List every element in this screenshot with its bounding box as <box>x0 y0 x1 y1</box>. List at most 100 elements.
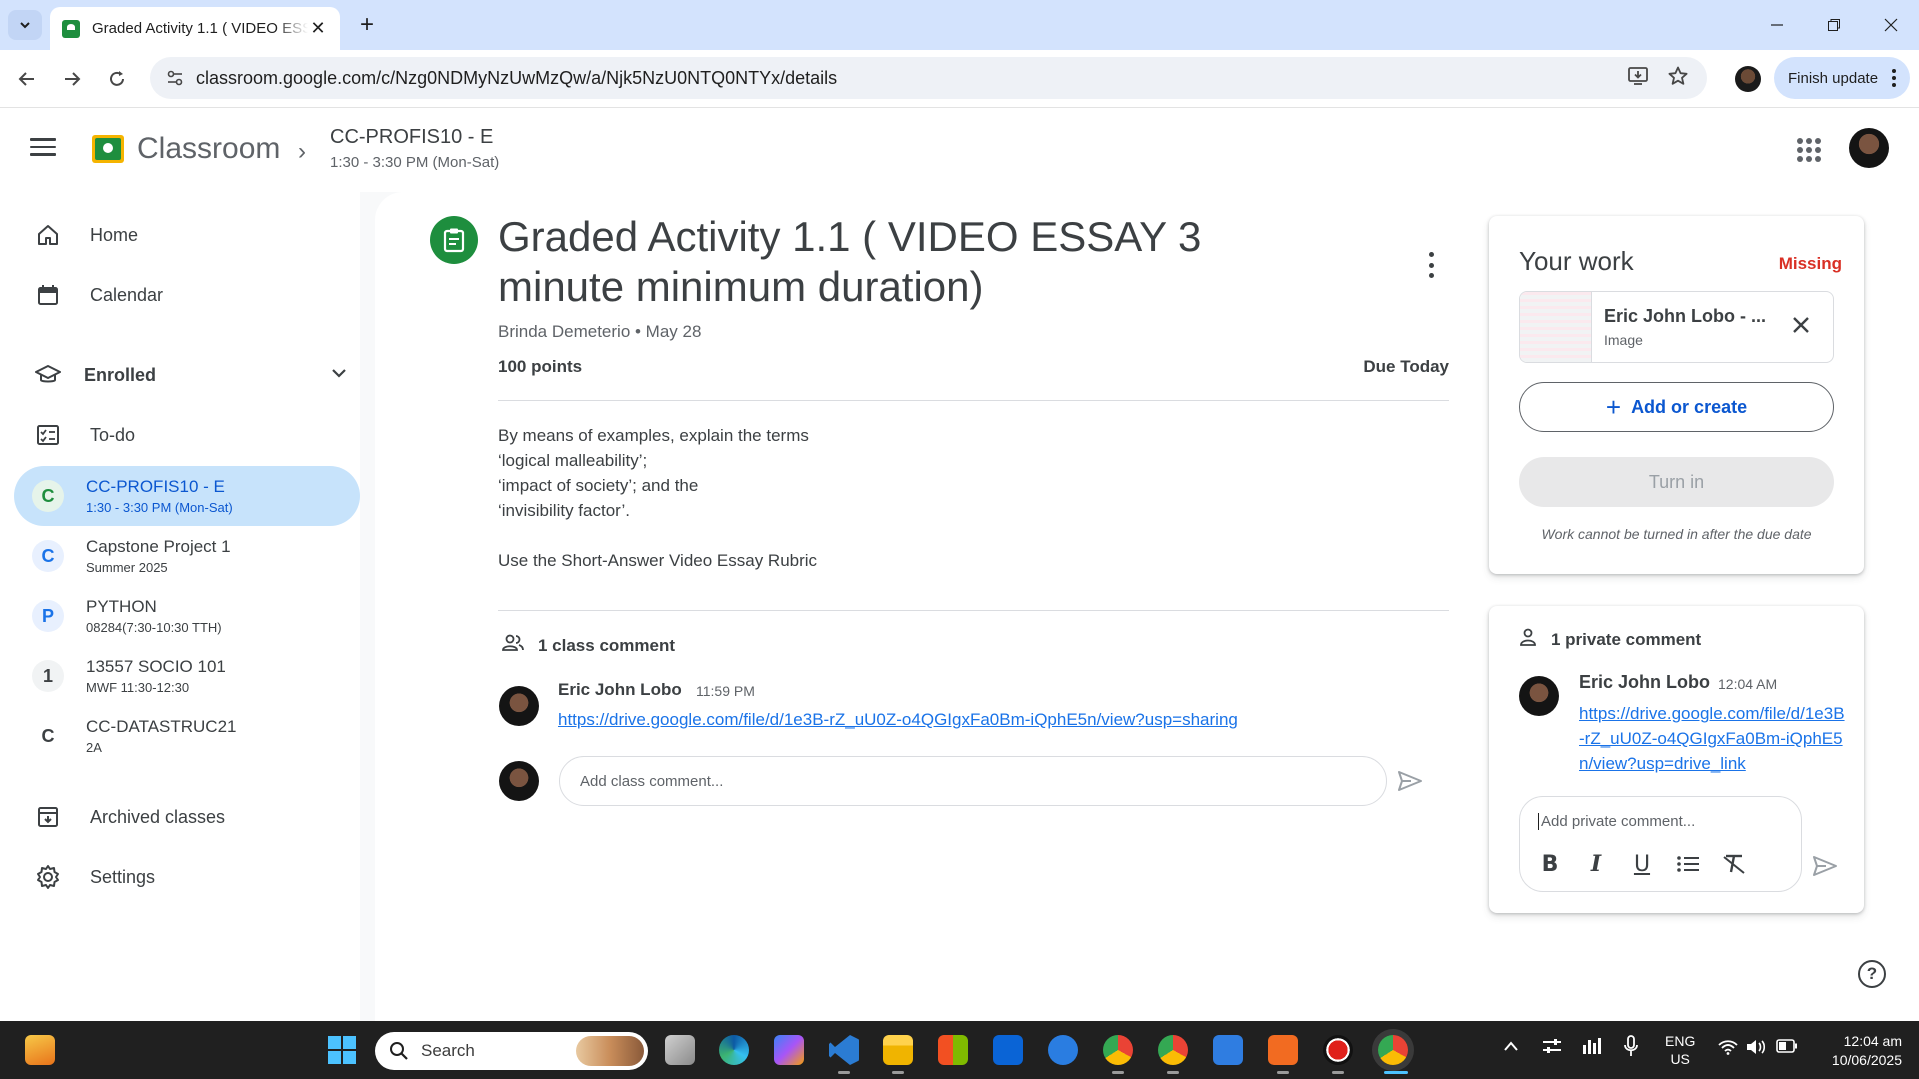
vscode-icon[interactable] <box>829 1035 859 1065</box>
class-avatar: 1 <box>32 660 64 692</box>
sidebar-item-settings[interactable]: Settings <box>14 848 360 906</box>
account-avatar[interactable] <box>1849 128 1889 168</box>
file-explorer-icon[interactable] <box>883 1035 913 1065</box>
outlook-icon[interactable] <box>993 1035 1023 1065</box>
close-window-icon[interactable] <box>1876 10 1906 40</box>
bold-icon[interactable]: B <box>1538 851 1562 877</box>
turn-in-note: Work cannot be turned in after the due d… <box>1541 526 1812 542</box>
task-view-icon[interactable] <box>665 1035 695 1065</box>
windows-start-icon[interactable] <box>327 1035 357 1065</box>
todo-checklist-icon <box>32 419 64 451</box>
microsoft-store-icon[interactable] <box>938 1035 968 1065</box>
sidebar-item-home[interactable]: Home <box>14 206 360 264</box>
xampp-icon[interactable] <box>1268 1035 1298 1065</box>
restore-icon[interactable] <box>1819 10 1849 40</box>
sidebar-class-socio[interactable]: 1 13557 SOCIO 101 MWF 11:30-12:30 <box>14 646 360 706</box>
archive-icon <box>32 801 64 833</box>
chrome-profile-2-icon[interactable] <box>1158 1035 1188 1065</box>
comment-link[interactable]: https://drive.google.com/file/d/1e3B-rZ_… <box>1579 701 1849 776</box>
performance-meter-icon[interactable] <box>1582 1037 1602 1058</box>
forward-icon[interactable] <box>55 62 89 96</box>
show-hidden-icons-icon[interactable] <box>1503 1039 1519 1055</box>
taskbar-search[interactable]: Search <box>375 1032 648 1070</box>
assignment-instructions: By means of examples, explain the terms … <box>498 423 817 573</box>
widgets-icon[interactable] <box>25 1035 55 1065</box>
add-or-create-label: Add or create <box>1631 396 1748 417</box>
notepad-icon[interactable] <box>1213 1035 1243 1065</box>
underline-icon[interactable]: U <box>1630 851 1654 877</box>
main-menu-icon[interactable] <box>30 138 56 158</box>
windows-taskbar: Search ENG US 12:04 am 10/06/2025 <box>0 1021 1919 1079</box>
sidebar-item-calendar[interactable]: Calendar <box>14 266 360 324</box>
back-icon[interactable] <box>10 62 44 96</box>
private-comment-input[interactable]: Add private comment... B I U <box>1519 796 1802 892</box>
microphone-icon[interactable] <box>1624 1035 1638 1060</box>
sidebar-class-python[interactable]: P PYTHON 08284(7:30-10:30 TTH) <box>14 586 360 646</box>
sidebar-item-label: Archived classes <box>90 806 226 827</box>
instruction-line: By means of examples, explain the terms <box>498 426 809 445</box>
turn-in-button[interactable]: Turn in <box>1519 457 1834 507</box>
class-comment-input[interactable]: Add class comment... <box>559 756 1387 806</box>
edge-browser-icon[interactable] <box>719 1035 749 1065</box>
breadcrumb-class-name[interactable]: CC-PROFIS10 - E <box>330 126 493 149</box>
sidebar-class-cc-profis10[interactable]: C CC-PROFIS10 - E 1:30 - 3:30 PM (Mon-Sat… <box>14 466 360 526</box>
comment-link[interactable]: https://drive.google.com/file/d/1e3B-rZ_… <box>558 710 1238 730</box>
tab-close-icon[interactable]: ✕ <box>308 18 328 39</box>
wifi-icon[interactable] <box>1718 1039 1738 1058</box>
private-comments-card: 1 private comment Eric John Lobo 12:04 A… <box>1489 606 1864 913</box>
input-language-indicator[interactable]: ENG US <box>1665 1032 1695 1068</box>
tab-search-button[interactable] <box>8 10 42 40</box>
commenter-avatar <box>1519 676 1559 716</box>
address-bar[interactable]: classroom.google.com/c/Nzg0NDMyNzUwMzQw/… <box>150 57 1707 99</box>
private-comment-placeholder: Add private comment... <box>1538 813 1695 830</box>
browser-profile-avatar[interactable] <box>1735 66 1761 92</box>
messenger-icon[interactable] <box>1048 1035 1078 1065</box>
send-icon[interactable] <box>1397 770 1423 797</box>
new-tab-button[interactable]: + <box>352 10 382 40</box>
site-info-icon[interactable] <box>164 67 186 89</box>
sidebar-class-datastruc[interactable]: C CC-DATASTRUC21 2A <box>14 706 360 766</box>
chrome-active-icon[interactable] <box>1378 1035 1408 1065</box>
copilot-icon[interactable] <box>774 1035 804 1065</box>
school-icon <box>32 359 64 391</box>
status-badge: Missing <box>1778 254 1842 273</box>
attachment-chip[interactable]: Eric John Lobo - ... Image <box>1519 291 1834 363</box>
browser-tab-active[interactable]: Graded Activity 1.1 ( VIDEO ESS ✕ <box>50 7 340 50</box>
clear-formatting-icon[interactable] <box>1722 851 1746 877</box>
classroom-logo-icon[interactable] <box>92 135 124 163</box>
add-or-create-button[interactable]: + Add or create <box>1519 382 1834 432</box>
chrome-profile-1-icon[interactable] <box>1103 1035 1133 1065</box>
sidebar-item-archived[interactable]: Archived classes <box>14 788 360 846</box>
install-app-icon[interactable] <box>1627 65 1649 92</box>
chevron-down-icon <box>20 22 30 29</box>
bulleted-list-icon[interactable] <box>1676 851 1700 877</box>
clock[interactable]: 12:04 am 10/06/2025 <box>1812 1032 1902 1070</box>
remove-attachment-icon[interactable] <box>1791 312 1811 340</box>
tray-settings-icon[interactable] <box>1542 1037 1562 1058</box>
plus-icon: + <box>1605 391 1622 422</box>
more-options-icon[interactable] <box>1426 252 1436 278</box>
sidebar-item-enrolled[interactable]: Enrolled <box>14 346 360 404</box>
minimize-icon[interactable] <box>1762 10 1792 40</box>
finish-update-button[interactable]: Finish update <box>1774 57 1910 99</box>
italic-icon[interactable]: I <box>1584 851 1608 877</box>
taskbar-search-label: Search <box>421 1041 475 1060</box>
screen-recorder-icon[interactable] <box>1323 1035 1353 1065</box>
sidebar-class-capstone[interactable]: C Capstone Project 1 Summer 2025 <box>14 526 360 586</box>
battery-icon[interactable] <box>1776 1039 1798 1056</box>
app-name[interactable]: Classroom <box>137 132 280 166</box>
sidebar-item-label: To-do <box>90 424 136 445</box>
breadcrumb-class-schedule: 1:30 - 3:30 PM (Mon-Sat) <box>330 154 500 171</box>
send-icon[interactable] <box>1812 855 1838 882</box>
volume-icon[interactable] <box>1746 1039 1766 1058</box>
divider <box>498 400 1449 401</box>
google-apps-icon[interactable] <box>1797 138 1821 162</box>
people-icon <box>502 634 524 657</box>
sidebar-item-label: Calendar <box>90 284 164 305</box>
help-icon[interactable]: ? <box>1858 960 1886 988</box>
reload-icon[interactable] <box>100 62 134 96</box>
expand-chevron-icon[interactable] <box>330 364 348 387</box>
sidebar-item-todo[interactable]: To-do <box>14 406 360 464</box>
bookmark-star-icon[interactable] <box>1667 65 1689 92</box>
class-avatar: C <box>32 480 64 512</box>
